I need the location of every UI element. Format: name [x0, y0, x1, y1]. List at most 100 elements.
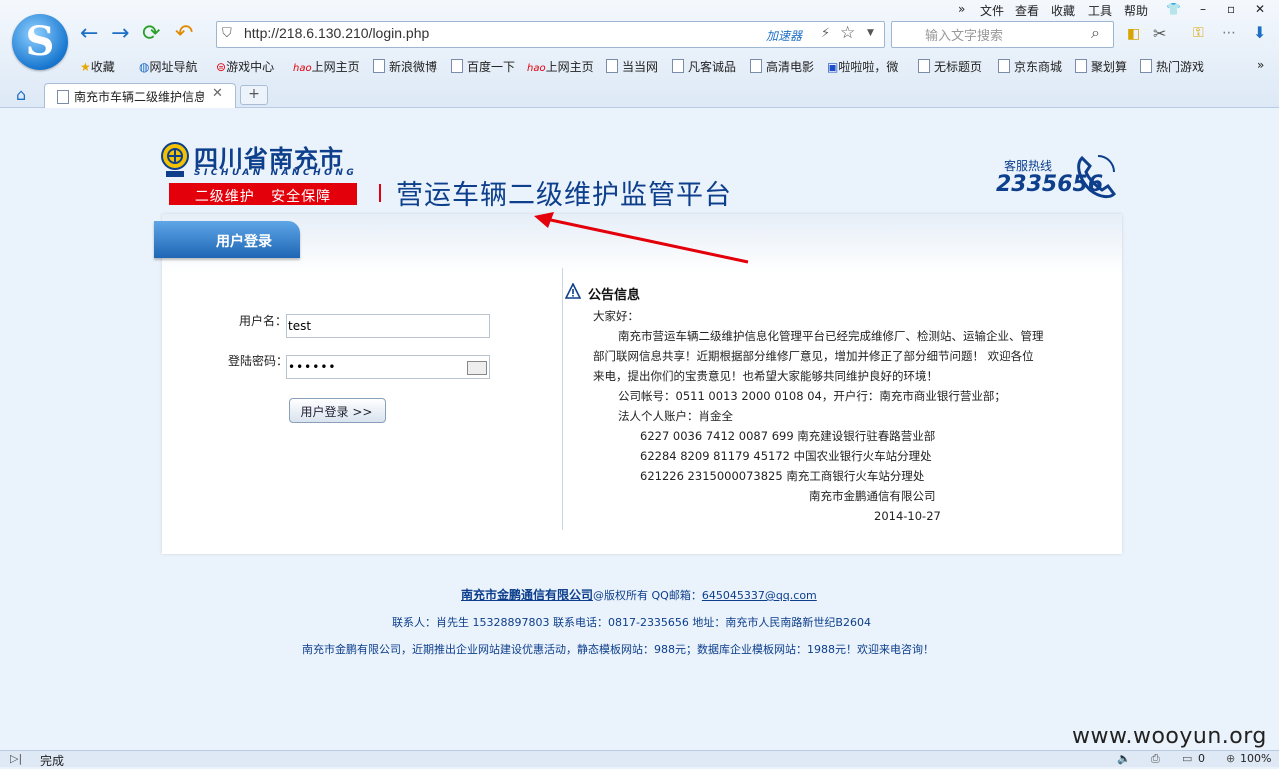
notice-line: 部门联网信息共享！近期根据部分维修厂意见，增加并修正了部分细节问题！ 欢迎各位: [593, 349, 1034, 363]
new-tab-button[interactable]: +: [240, 85, 268, 105]
print-icon[interactable]: ⎙: [1151, 752, 1160, 766]
menu-favorites[interactable]: 收藏: [1051, 2, 1075, 19]
star-icon: ★: [80, 60, 91, 74]
tab-close-icon[interactable]: ✕: [212, 86, 223, 101]
undo-close-icon[interactable]: ↶: [175, 22, 193, 46]
menu-file[interactable]: 文件: [980, 2, 1004, 19]
page-icon: [1140, 59, 1152, 73]
bookmark-nav[interactable]: ◍网址导航: [139, 58, 198, 75]
bookmark-untitled[interactable]: 无标题页: [918, 58, 982, 75]
address-url[interactable]: http://218.6.130.210/login.php: [244, 25, 429, 41]
search-icon[interactable]: ⌕: [1091, 23, 1100, 43]
search-placeholder[interactable]: 输入文字搜索: [925, 25, 1003, 44]
shirt-icon[interactable]: 👕: [1166, 2, 1181, 16]
bookmark-weibo[interactable]: 新浪微博: [373, 58, 437, 75]
bookmark-dangdang[interactable]: 当当网: [606, 58, 658, 75]
lightning-icon[interactable]: ⚡: [821, 26, 830, 41]
menu-tools[interactable]: 工具: [1088, 2, 1112, 19]
accelerator-label[interactable]: 加速器: [766, 27, 802, 44]
zoom-level[interactable]: 100%: [1240, 752, 1271, 765]
bookmark-baidu[interactable]: 百度一下: [451, 58, 515, 75]
minimize-icon[interactable]: –: [1200, 2, 1206, 16]
refresh-icon[interactable]: ⟳: [142, 22, 160, 46]
key-icon[interactable]: ⚿: [1193, 25, 1204, 41]
status-text: 完成: [40, 754, 65, 768]
username-value[interactable]: test: [288, 319, 311, 333]
phone-icon: [1077, 155, 1116, 199]
zoom-icon[interactable]: ⊕: [1226, 752, 1235, 765]
close-window-icon[interactable]: ✕: [1255, 2, 1265, 16]
scissors-icon[interactable]: ✂: [1153, 24, 1166, 43]
footer-promo: 南充市金鹏有限公司，近期推出企业网站建设优惠活动，静态模板网站：988元；数据库…: [302, 643, 934, 656]
menu-help[interactable]: 帮助: [1124, 2, 1148, 19]
status-count: 0: [1198, 752, 1205, 765]
page-icon: [672, 59, 684, 73]
notice-title: 公告信息: [588, 288, 641, 303]
keyboard-icon[interactable]: [467, 361, 487, 375]
back-icon[interactable]: ←: [80, 22, 98, 46]
bookmark-juhuasuan[interactable]: 聚划算: [1075, 58, 1127, 75]
page-icon: [918, 59, 930, 73]
notice-line: 621226 2315000073825 南充工商银行火车站分理处: [640, 469, 925, 483]
page-icon: [1075, 59, 1087, 73]
email-link[interactable]: 645045337@qq.com: [702, 589, 817, 602]
star-icon[interactable]: ☆: [840, 23, 855, 43]
forward-icon[interactable]: →: [111, 22, 129, 46]
bookmark-hotgames[interactable]: 热门游戏: [1140, 58, 1204, 75]
page-icon: [57, 90, 69, 104]
username-field[interactable]: [286, 314, 490, 338]
paw-icon: ▣: [827, 60, 839, 74]
bookmark-movies[interactable]: 高清电影: [750, 58, 814, 75]
notice-line: 62284 8209 81179 45172 中国农业银行火车站分理处: [640, 449, 932, 463]
volume-icon[interactable]: 🔈: [1117, 752, 1131, 765]
notice-line: 南充市营运车辆二级维护信息化管理平台已经完成维修厂、检测站、运输企业、管理: [618, 329, 1044, 343]
province-name-en: SICHUAN NANCHONG: [194, 168, 358, 178]
panel-divider: [562, 268, 563, 530]
username-label: 用户名：: [239, 314, 288, 328]
menu-view[interactable]: 查看: [1015, 2, 1039, 19]
login-tab-label: 用户登录: [216, 234, 272, 250]
bookmark-jd[interactable]: 京东商城: [998, 58, 1062, 75]
counter-icon: ▭: [1182, 752, 1193, 765]
copyright-text: @版权所有 QQ邮箱：: [593, 589, 702, 602]
page-icon: [451, 59, 463, 73]
bookmark-games[interactable]: ⊜游戏中心: [216, 58, 274, 75]
more-icon[interactable]: ⋯: [1222, 25, 1236, 41]
download-icon[interactable]: ⬇: [1253, 23, 1266, 42]
annotation-arrow: [534, 212, 749, 264]
password-label: 登陆密码：: [228, 354, 289, 368]
maximize-icon[interactable]: ▫: [1227, 2, 1235, 16]
sidebar-toggle-icon[interactable]: ▷|: [10, 752, 22, 765]
bookmark-home-1[interactable]: hao上网主页: [293, 58, 360, 75]
page-icon: [998, 59, 1010, 73]
page-icon: [373, 59, 385, 73]
notice-line: 来电，提出你们的宝贵意见！也希望大家能够共同维护良好的环境！: [593, 369, 938, 383]
tab-title[interactable]: 南充市车辆二级维护信息: [74, 88, 204, 105]
game-icon: ⊜: [216, 60, 227, 74]
bookmark-vancl[interactable]: 凡客诚品: [672, 58, 736, 75]
bookmark-favorites[interactable]: ★收藏: [80, 58, 115, 75]
notice-signature: 南充市金鹏通信有限公司: [809, 489, 936, 503]
slogan-text: 二级维护 安全保障: [194, 189, 332, 205]
hao-icon: hao: [293, 63, 312, 74]
bookmark-lalala[interactable]: ▣啦啦啦，微: [827, 58, 898, 75]
notice-greeting: 大家好：: [593, 309, 639, 323]
password-value[interactable]: ••••••: [288, 360, 336, 374]
bookmarks-more-icon[interactable]: »: [1257, 58, 1264, 72]
globe-icon: ◍: [139, 60, 150, 74]
extension-icon[interactable]: ◧: [1127, 26, 1140, 42]
watermark: www.wooyun.org: [1072, 724, 1267, 749]
page-icon: [750, 59, 762, 73]
bookmark-home-2[interactable]: hao上网主页: [527, 58, 594, 75]
notice-line: 法人个人账户：肖金全: [618, 409, 733, 423]
emblem-icon: [161, 142, 189, 177]
status-bar: [0, 750, 1279, 767]
notice-line: 6227 0036 7412 0087 699 南充建设银行驻春路营业部: [640, 429, 936, 443]
hao-icon: hao: [527, 63, 546, 74]
menu-more-icon[interactable]: »: [958, 2, 965, 16]
address-dropdown-icon[interactable]: ▼: [867, 28, 874, 38]
company-link[interactable]: 南充市金鹏通信有限公司: [461, 588, 593, 602]
login-button-label[interactable]: 用户登录 >>: [289, 403, 384, 420]
home-icon[interactable]: ⌂: [16, 85, 26, 104]
footer-contact: 联系人：肖先生 15328897803 联系电话：0817-2335656 地址…: [392, 616, 871, 629]
